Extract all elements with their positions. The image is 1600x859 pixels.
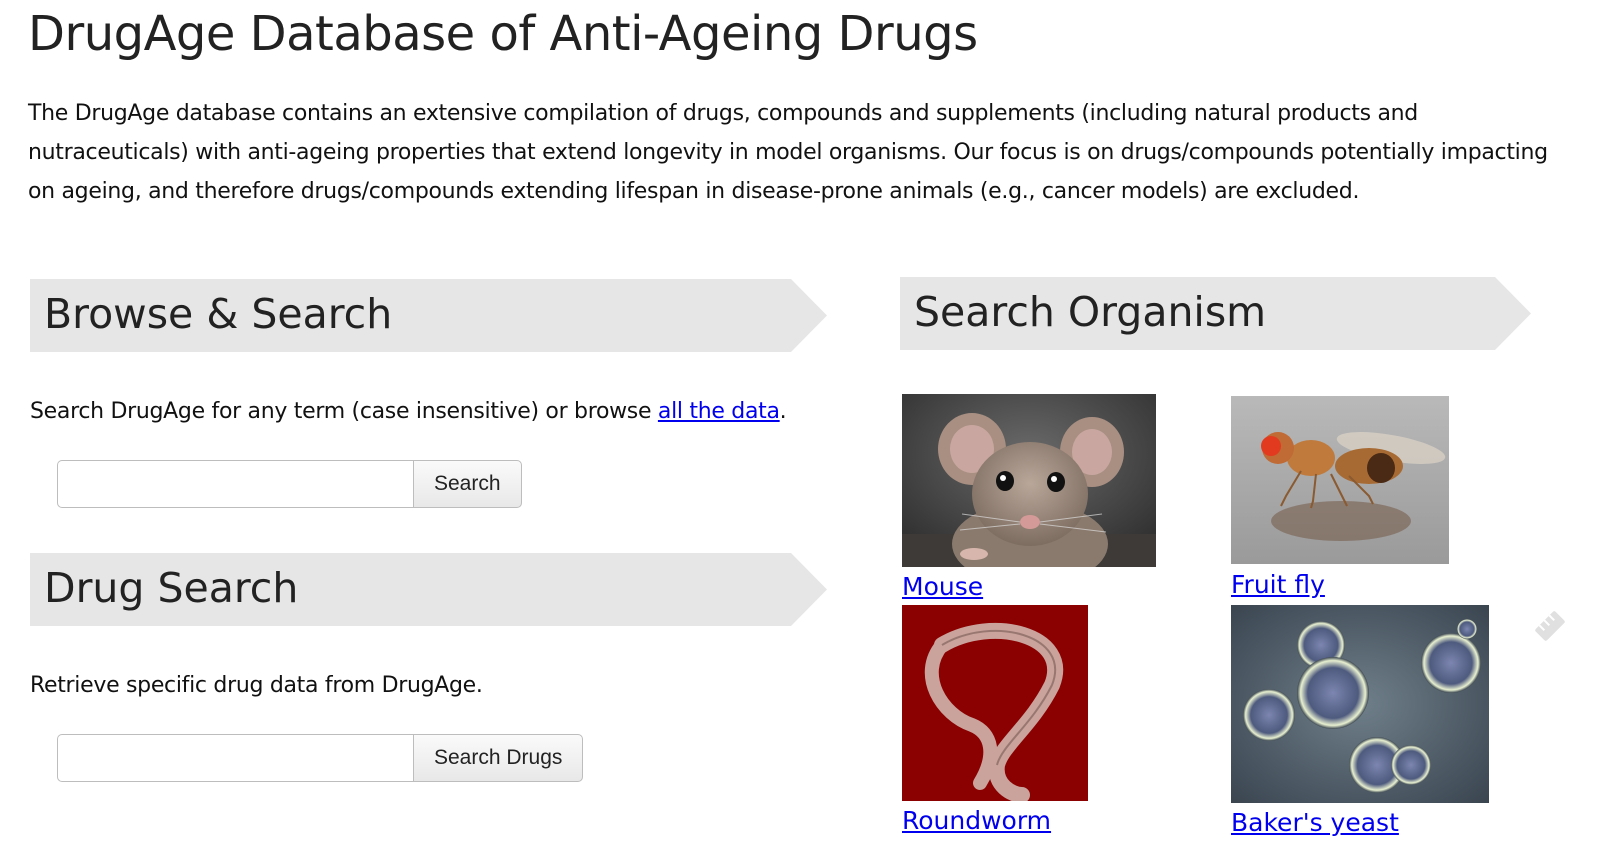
search-input[interactable]	[57, 460, 413, 508]
roundworm-photo[interactable]	[902, 605, 1088, 801]
yeast-photo[interactable]	[1231, 605, 1489, 803]
search-organism-heading: Search Organism	[914, 288, 1267, 336]
search-button[interactable]: Search	[413, 460, 522, 508]
drug-search-input[interactable]	[57, 734, 413, 782]
all-data-link[interactable]: all the data	[658, 399, 780, 424]
fruit-fly-photo[interactable]	[1231, 396, 1449, 564]
search-drugs-button[interactable]: Search Drugs	[413, 734, 584, 782]
drug-search-banner: Drug Search	[30, 553, 827, 626]
browse-search-banner: Browse & Search	[30, 279, 827, 352]
search-organism-banner: Search Organism	[900, 277, 1531, 350]
mouse-link[interactable]: Mouse	[902, 572, 983, 601]
browse-text: Search DrugAge for any term (case insens…	[30, 399, 658, 424]
browse-search-form: Search	[57, 460, 522, 508]
bakers-yeast-link[interactable]: Baker's yeast	[1231, 808, 1399, 837]
browse-description: Search DrugAge for any term (case insens…	[30, 399, 787, 424]
mouse-photo[interactable]	[902, 394, 1156, 567]
fruit-fly-link[interactable]: Fruit fly	[1231, 570, 1325, 599]
drug-search-heading: Drug Search	[44, 564, 299, 612]
intro-paragraph: The DrugAge database contains an extensi…	[28, 101, 1548, 204]
page-title: DrugAge Database of Anti-Ageing Drugs	[28, 6, 978, 62]
roundworm-link[interactable]: Roundworm	[902, 806, 1051, 835]
browse-search-heading: Browse & Search	[44, 290, 393, 338]
drug-search-form: Search Drugs	[57, 734, 584, 782]
browse-text-end: .	[779, 399, 787, 424]
drug-search-description: Retrieve specific drug data from DrugAge…	[30, 673, 483, 698]
ruler-icon[interactable]	[1530, 606, 1570, 650]
